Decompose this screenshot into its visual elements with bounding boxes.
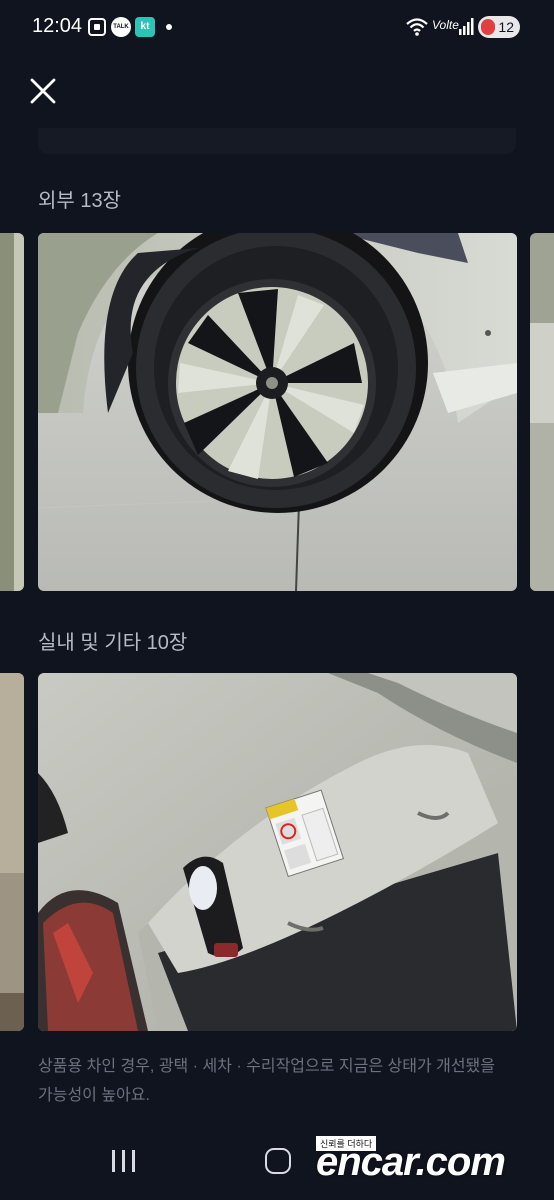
wifi-icon	[406, 18, 428, 36]
battery-percent: 12	[498, 19, 514, 35]
notification-dot-icon	[166, 24, 172, 30]
visor-photo	[38, 673, 517, 1031]
close-icon	[30, 78, 56, 104]
section-title-exterior: 외부 13장	[38, 190, 122, 212]
previous-card-edge	[38, 128, 516, 154]
recent-apps-icon	[112, 1150, 115, 1172]
battery-indicator: 12	[478, 16, 520, 38]
home-button[interactable]	[265, 1148, 291, 1174]
photo-interior-visor[interactable]	[38, 673, 517, 1031]
close-button[interactable]	[26, 74, 60, 108]
photo-exterior-wheel[interactable]	[38, 233, 517, 591]
encar-watermark-tagline: 신뢰를 더하다	[316, 1136, 377, 1151]
kt-icon: kt	[135, 17, 155, 37]
photo-carousel-exterior-next[interactable]	[530, 233, 554, 591]
photo-carousel-exterior-prev[interactable]	[0, 233, 24, 591]
wheel-photo	[38, 233, 517, 591]
kakaotalk-icon: TALK	[111, 17, 131, 37]
status-time: 12:04	[32, 15, 83, 37]
photo-carousel-interior-prev[interactable]	[0, 673, 24, 1031]
condition-disclaimer: 상품용 차인 경우, 광택 · 세차 · 수리작업으로 지금은 상태가 개선됐을…	[38, 1058, 495, 1104]
section-title-interior: 실내 및 기타 10장	[38, 632, 188, 654]
screenshot-icon	[88, 18, 106, 36]
battery-level-icon	[481, 19, 495, 35]
recent-apps-button[interactable]	[110, 1150, 138, 1172]
volte-indicator: Volte	[432, 18, 459, 32]
status-bar: 12:04 TALK kt Volte 12	[0, 0, 554, 56]
signal-icon	[459, 18, 474, 35]
